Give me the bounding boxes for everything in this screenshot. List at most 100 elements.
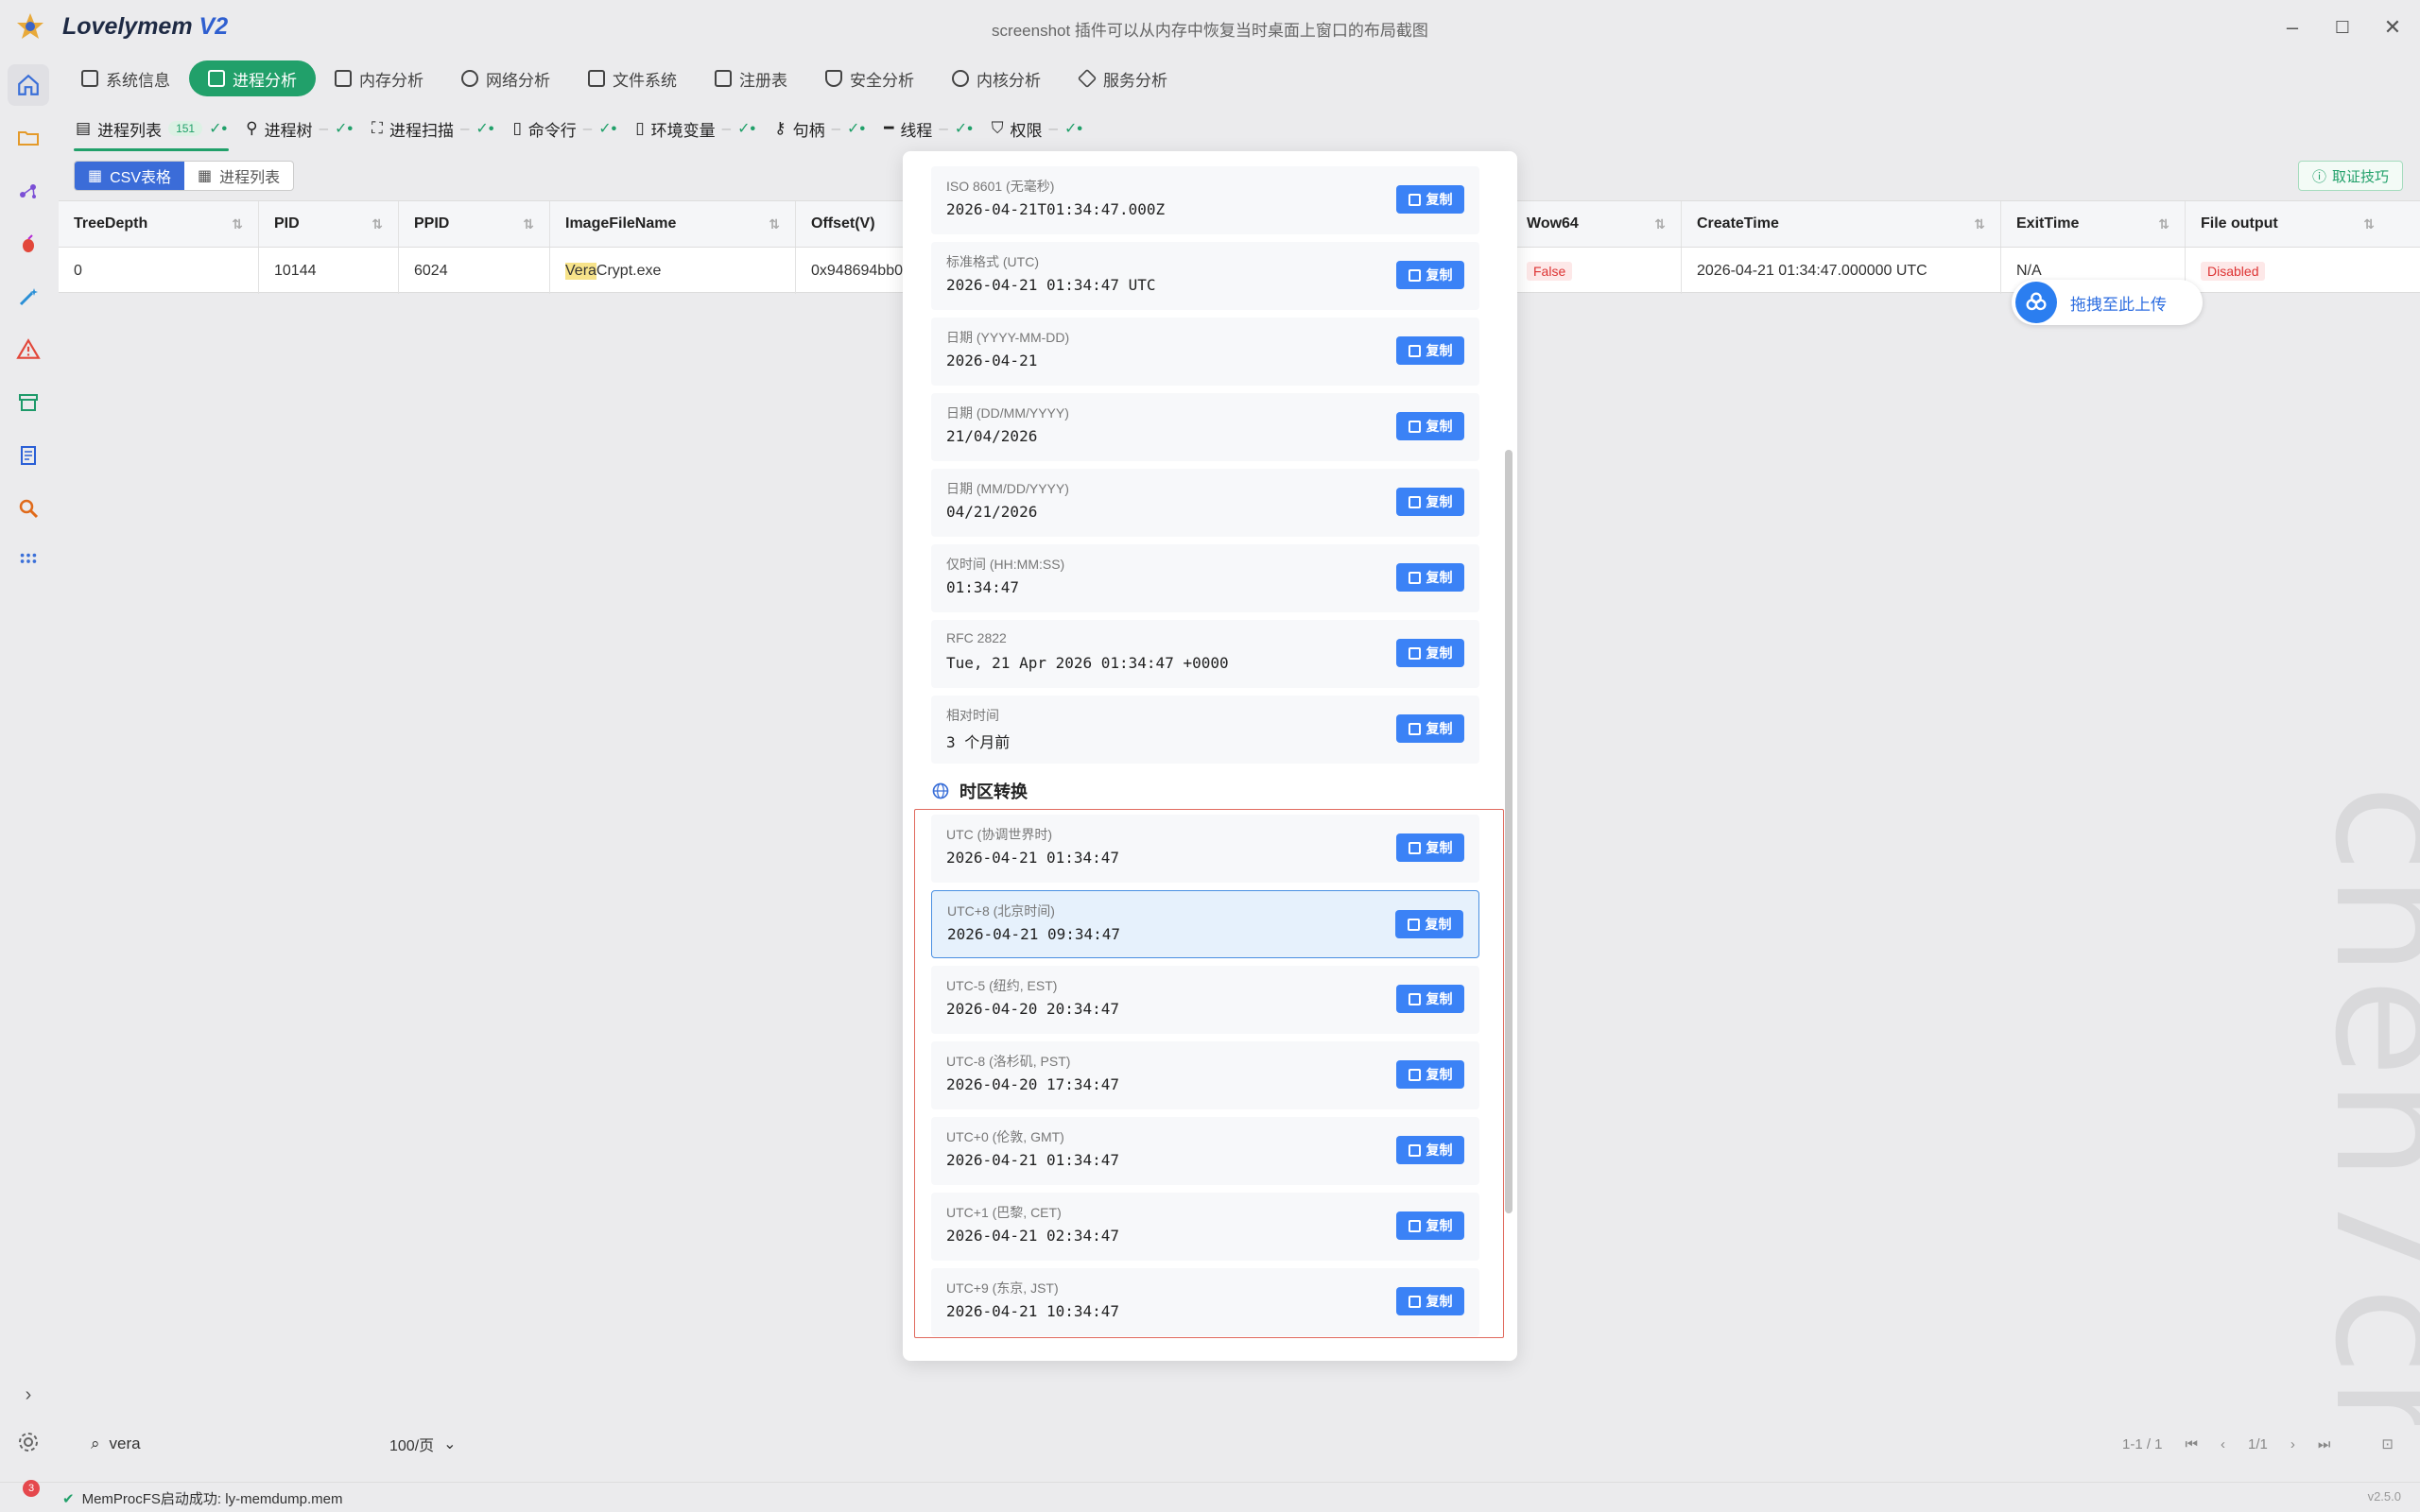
search-icon[interactable]: [13, 493, 43, 524]
subtab-process-tree[interactable]: ⚲ 进程树 – ✓•: [236, 112, 362, 146]
tab-registry[interactable]: 注册表: [696, 60, 806, 96]
tz-row-utc9[interactable]: UTC+9 (东京, JST) 2026-04-21 10:34:47 复制: [931, 1268, 1479, 1336]
prev-page-icon[interactable]: ‹: [2221, 1436, 2225, 1452]
format-value: 2026-04-21: [946, 352, 1038, 369]
tab-kernel-analysis[interactable]: 内核分析: [933, 60, 1060, 96]
tab-network-analysis[interactable]: 网络分析: [442, 60, 569, 96]
tz-row-utc-5[interactable]: UTC-5 (纽约, EST) 2026-04-20 20:34:47 复制: [931, 966, 1479, 1034]
format-label: 日期 (MM/DD/YYYY): [946, 481, 1069, 496]
subtab-process-scan[interactable]: ⛶ 进程扫描 – ✓•: [362, 112, 503, 146]
copy-button[interactable]: 复制: [1396, 336, 1464, 365]
col-ppid[interactable]: PPID ⇅: [399, 201, 550, 247]
modal-scrollbar[interactable]: [1505, 450, 1512, 1213]
tz-value: 2026-04-21 01:34:47: [946, 849, 1120, 867]
subtab-label: 进程扫描: [389, 121, 454, 140]
col-label: Wow64: [1527, 215, 1579, 232]
cell-imagefilename: Vera Crypt.exe: [550, 248, 796, 294]
sort-icon: ⇅: [769, 215, 780, 232]
search-input[interactable]: ⌕ vera: [81, 1425, 384, 1463]
copy-button[interactable]: 复制: [1396, 1136, 1464, 1164]
maximize-button[interactable]: ☐: [2328, 13, 2357, 42]
fullscreen-icon[interactable]: ⊡: [2381, 1435, 2394, 1452]
copy-button[interactable]: 复制: [1396, 185, 1464, 214]
copy-button[interactable]: 复制: [1396, 1060, 1464, 1089]
copy-button[interactable]: 复制: [1396, 563, 1464, 592]
copy-button[interactable]: 复制: [1396, 1211, 1464, 1240]
upload-drop-zone[interactable]: 拖拽至此上传: [2012, 280, 2203, 325]
copy-button[interactable]: 复制: [1396, 488, 1464, 516]
tz-row-utc8-selected[interactable]: UTC+8 (北京时间) 2026-04-21 09:34:47 复制: [931, 890, 1479, 958]
home-icon[interactable]: [8, 64, 49, 106]
col-label: ExitTime: [2016, 215, 2080, 232]
tab-security-analysis[interactable]: 安全分析: [806, 60, 933, 96]
notification-badge[interactable]: 3: [23, 1480, 40, 1497]
copy-button[interactable]: 复制: [1395, 910, 1463, 938]
tab-process-analysis[interactable]: 进程分析: [189, 60, 316, 96]
folder-icon[interactable]: [13, 123, 43, 153]
col-offset[interactable]: Offset(V): [796, 201, 892, 247]
col-imagefilename[interactable]: ImageFileName ⇅: [550, 201, 796, 247]
subtab-env-vars[interactable]: ▯ 环境变量 – ✓•: [626, 112, 765, 146]
col-wow64[interactable]: Wow64 ⇅: [1512, 201, 1682, 247]
copy-button[interactable]: 复制: [1396, 639, 1464, 667]
subtab-threads[interactable]: ━ 线程 – ✓•: [874, 112, 982, 146]
format-label: ISO 8601 (无毫秒): [946, 179, 1055, 194]
tz-row-utc[interactable]: UTC (协调世界时) 2026-04-21 01:34:47 复制: [931, 815, 1479, 883]
next-page-icon[interactable]: ›: [2290, 1436, 2295, 1452]
bug-icon[interactable]: [13, 229, 43, 259]
tz-row-utc0[interactable]: UTC+0 (伦敦, GMT) 2026-04-21 01:34:47 复制: [931, 1117, 1479, 1185]
tz-row-utc1[interactable]: UTC+1 (巴黎, CET) 2026-04-21 02:34:47 复制: [931, 1193, 1479, 1261]
copy-icon: [1408, 1143, 1421, 1157]
status-text: MemProcFS启动成功: ly-memdump.mem: [81, 1491, 343, 1507]
first-page-icon[interactable]: ⏮: [2186, 1436, 2199, 1452]
magic-wand-icon[interactable]: [13, 282, 43, 312]
copy-button[interactable]: 复制: [1396, 261, 1464, 289]
check-icon: ✓•: [954, 121, 973, 137]
col-pid[interactable]: PID ⇅: [259, 201, 399, 247]
copy-icon: [1408, 841, 1421, 854]
copy-button[interactable]: 复制: [1396, 1287, 1464, 1315]
tab-system-info[interactable]: 系统信息: [62, 60, 189, 96]
copy-icon: [1408, 268, 1421, 282]
tab-memory-analysis[interactable]: 内存分析: [316, 60, 442, 96]
format-row-relative: 相对时间 3 个月前 复制: [931, 696, 1479, 764]
scroll-icon[interactable]: [13, 440, 43, 471]
col-fileoutput[interactable]: File output ⇅: [2186, 201, 2390, 247]
col-treedepth[interactable]: TreeDepth ⇅: [59, 201, 259, 247]
subtab-process-list[interactable]: ▤ 进程列表 151 ✓•: [66, 112, 236, 151]
settings-gear-icon[interactable]: [13, 1427, 43, 1457]
tz-row-utc-8[interactable]: UTC-8 (洛杉矶, PST) 2026-04-20 17:34:47 复制: [931, 1041, 1479, 1109]
copy-button[interactable]: 复制: [1396, 833, 1464, 862]
format-row-standard-utc: 标准格式 (UTC) 2026-04-21 01:34:47 UTC 复制: [931, 242, 1479, 310]
tab-file-system[interactable]: 文件系统: [569, 60, 696, 96]
subtab-privileges[interactable]: ⛉ 权限 – ✓•: [982, 112, 1092, 146]
archive-icon[interactable]: [13, 387, 43, 418]
close-button[interactable]: ✕: [2378, 13, 2407, 42]
forensic-tips-button[interactable]: ⓘ 取证技巧: [2297, 161, 2403, 191]
copy-label: 复制: [1426, 267, 1453, 283]
check-icon: ✓•: [847, 121, 866, 137]
check-icon: ✓•: [209, 121, 228, 137]
page-size-select[interactable]: 100/页 ⌄: [389, 1425, 457, 1463]
view-toggle: ▦ CSV表格 ▦ 进程列表: [74, 161, 295, 191]
copy-button[interactable]: 复制: [1396, 412, 1464, 440]
tab-service-analysis[interactable]: 服务分析: [1060, 60, 1186, 96]
process-list-button[interactable]: ▦ 进程列表: [184, 162, 293, 190]
graph-icon[interactable]: [13, 176, 43, 206]
col-exittime[interactable]: ExitTime ⇅: [2001, 201, 2186, 247]
warning-icon[interactable]: [13, 335, 43, 365]
expand-chevron-icon[interactable]: ›: [13, 1380, 43, 1410]
copy-button[interactable]: 复制: [1396, 985, 1464, 1013]
subtab-handles[interactable]: ⚷ 句柄 – ✓•: [765, 112, 874, 146]
subtab-cmdline[interactable]: ▯ 命令行 – ✓•: [503, 112, 626, 146]
copy-button[interactable]: 复制: [1396, 714, 1464, 743]
tab-label: 注册表: [739, 71, 787, 90]
apps-grid-icon[interactable]: [13, 546, 43, 576]
last-page-icon[interactable]: ⏭: [2318, 1436, 2331, 1452]
col-createtime[interactable]: CreateTime ⇅: [1682, 201, 2001, 247]
format-value: 2026-04-21 01:34:47 UTC: [946, 276, 1156, 294]
minimize-button[interactable]: –: [2278, 13, 2307, 42]
format-row-iso8601: ISO 8601 (无毫秒) 2026-04-21T01:34:47.000Z 复制: [931, 166, 1479, 234]
csv-table-button[interactable]: ▦ CSV表格: [75, 162, 185, 190]
subtab-label: 权限: [1010, 121, 1043, 140]
